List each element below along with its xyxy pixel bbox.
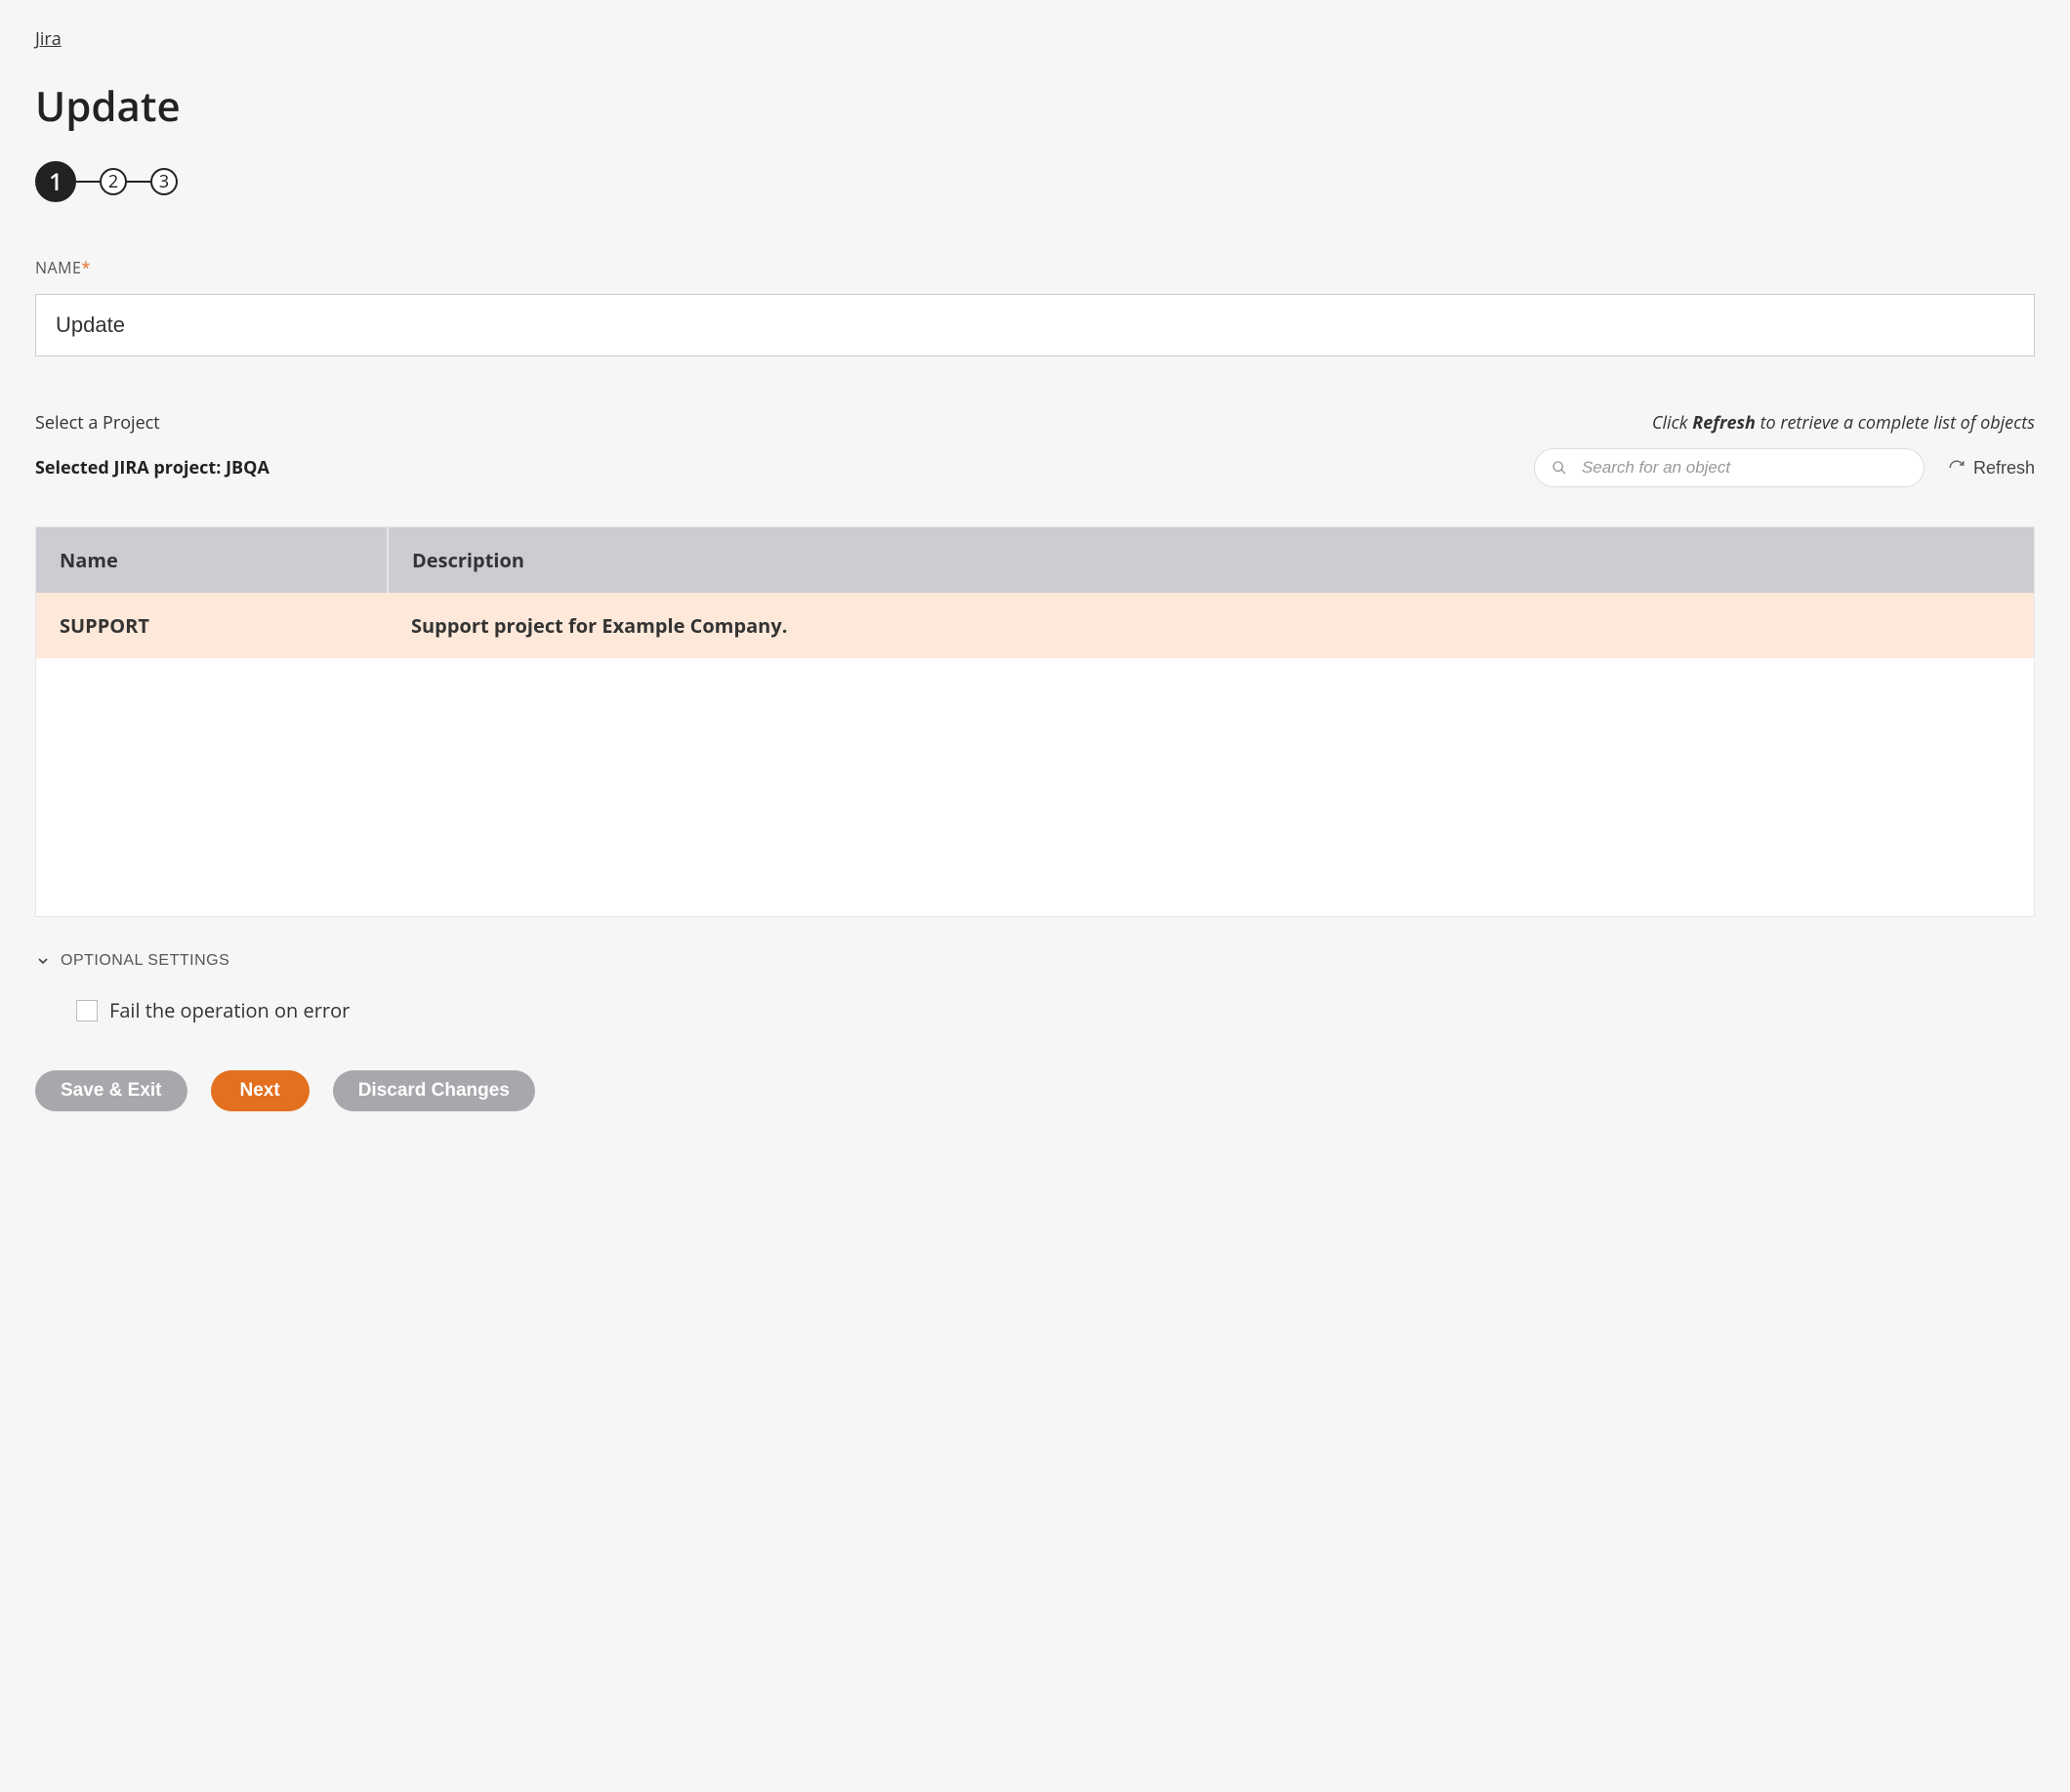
project-table: Name Description SUPPORT Support project…: [35, 526, 2035, 917]
optional-settings-label: OPTIONAL SETTINGS: [61, 952, 229, 970]
save-exit-button[interactable]: Save & Exit: [35, 1070, 187, 1111]
search-box[interactable]: [1534, 448, 1925, 487]
select-project-label: Select a Project: [35, 411, 160, 435]
step-2[interactable]: 2: [100, 168, 127, 195]
step-connector: [127, 181, 150, 183]
step-1[interactable]: 1: [35, 161, 76, 202]
next-button[interactable]: Next: [211, 1070, 310, 1111]
breadcrumb-jira[interactable]: Jira: [35, 27, 62, 51]
fail-on-error-checkbox[interactable]: [76, 1000, 98, 1021]
selected-project-text: Selected JIRA project: JBQA: [35, 456, 269, 479]
discard-changes-button[interactable]: Discard Changes: [333, 1070, 535, 1111]
column-header-name[interactable]: Name: [36, 527, 388, 593]
cell-name: SUPPORT: [36, 593, 388, 658]
table-row[interactable]: SUPPORT Support project for Example Comp…: [36, 593, 2034, 658]
page-title: Update: [35, 78, 2035, 134]
cell-description: Support project for Example Company.: [388, 593, 2034, 658]
chevron-down-icon: [35, 953, 51, 969]
required-star-icon: *: [81, 257, 90, 278]
search-input[interactable]: [1534, 448, 1925, 487]
column-header-description[interactable]: Description: [388, 527, 2034, 593]
step-indicator: 1 2 3: [35, 161, 2035, 202]
step-connector: [76, 181, 100, 183]
refresh-hint: Click Refresh to retrieve a complete lis…: [1652, 411, 2035, 435]
refresh-label: Refresh: [1973, 458, 2035, 479]
refresh-icon: [1948, 459, 1966, 477]
name-input[interactable]: [35, 294, 2035, 356]
optional-settings-toggle[interactable]: OPTIONAL SETTINGS: [35, 952, 229, 970]
fail-on-error-label: Fail the operation on error: [109, 997, 350, 1023]
step-3[interactable]: 3: [150, 168, 178, 195]
refresh-button[interactable]: Refresh: [1948, 458, 2035, 479]
name-field-label: NAME*: [35, 257, 2035, 278]
search-icon: [1552, 460, 1567, 476]
